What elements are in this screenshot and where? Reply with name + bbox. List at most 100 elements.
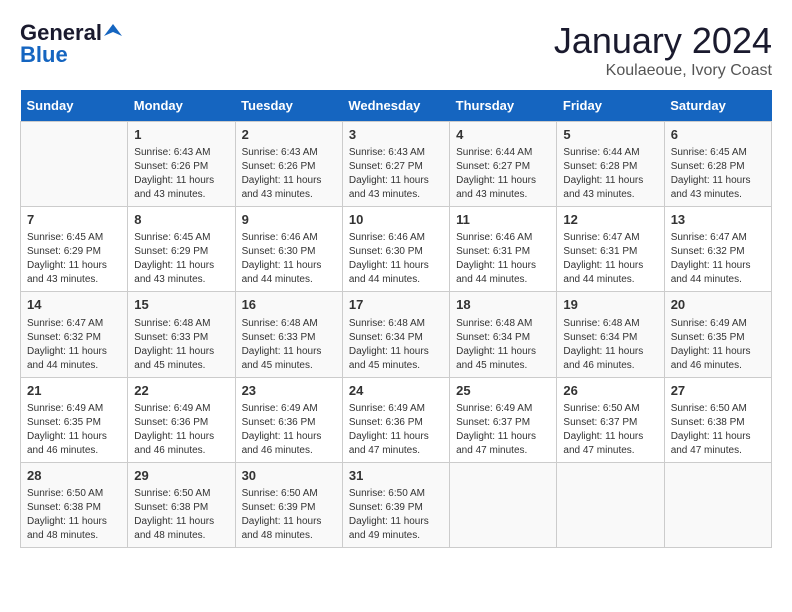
- day-number: 28: [27, 467, 121, 485]
- month-title: January 2024: [554, 20, 772, 62]
- day-number: 13: [671, 211, 765, 229]
- logo-blue-text: Blue: [20, 42, 68, 68]
- calendar-cell: 11Sunrise: 6:46 AMSunset: 6:31 PMDayligh…: [450, 207, 557, 292]
- calendar-cell: 6 Sunrise: 6:45 AMSunset: 6:28 PMDaylight…: [664, 122, 771, 207]
- day-of-week-monday: Monday: [128, 90, 235, 122]
- calendar-cell: [557, 462, 664, 547]
- calendar-week-5: 28 Sunrise: 6:50 AMSunset: 6:38 PMDayligh…: [21, 462, 772, 547]
- cell-info: Sunrise: 6:49 AMSunset: 6:36 PMDaylight:…: [134, 402, 228, 458]
- calendar-body: 1Sunrise: 6:43 AMSunset: 6:26 PMDaylight…: [21, 122, 772, 548]
- cell-info: Sunrise: 6:48 AMSunset: 6:34 PMDaylight:…: [456, 317, 550, 373]
- day-number: 8: [134, 211, 228, 229]
- day-number: 24: [349, 382, 443, 400]
- calendar-cell: 20 Sunrise: 6:49 AMSunset: 6:35 PMDayligh…: [664, 292, 771, 377]
- calendar-cell: 30 Sunrise: 6:50 AMSunset: 6:39 PMDayligh…: [235, 462, 342, 547]
- cell-info: Sunrise: 6:44 AMSunset: 6:28 PMDaylight:…: [563, 146, 657, 202]
- cell-info: Sunrise: 6:48 AMSunset: 6:34 PMDaylight:…: [349, 317, 443, 373]
- calendar-cell: 7Sunrise: 6:45 AMSunset: 6:29 PMDaylight…: [21, 207, 128, 292]
- calendar-cell: 9 Sunrise: 6:46 AMSunset: 6:30 PMDaylight…: [235, 207, 342, 292]
- calendar-cell: 25 Sunrise: 6:49 AMSunset: 6:37 PMDayligh…: [450, 377, 557, 462]
- cell-info: Sunrise: 6:45 AMSunset: 6:28 PMDaylight:…: [671, 146, 765, 202]
- day-number: 7: [27, 211, 121, 229]
- day-number: 26: [563, 382, 657, 400]
- day-number: 23: [242, 382, 336, 400]
- day-number: 3: [349, 126, 443, 144]
- calendar-cell: 16Sunrise: 6:48 AMSunset: 6:33 PMDayligh…: [235, 292, 342, 377]
- cell-info: Sunrise: 6:50 AMSunset: 6:38 PMDaylight:…: [27, 487, 121, 543]
- cell-info: Sunrise: 6:50 AMSunset: 6:39 PMDaylight:…: [349, 487, 443, 543]
- calendar-cell: 18 Sunrise: 6:48 AMSunset: 6:34 PMDayligh…: [450, 292, 557, 377]
- calendar-cell: 1Sunrise: 6:43 AMSunset: 6:26 PMDaylight…: [128, 122, 235, 207]
- cell-info: Sunrise: 6:47 AMSunset: 6:31 PMDaylight:…: [563, 231, 657, 287]
- day-number: 15: [134, 296, 228, 314]
- cell-info: Sunrise: 6:50 AMSunset: 6:39 PMDaylight:…: [242, 487, 336, 543]
- calendar-header-row: SundayMondayTuesdayWednesdayThursdayFrid…: [21, 90, 772, 122]
- cell-info: Sunrise: 6:49 AMSunset: 6:35 PMDaylight:…: [671, 317, 765, 373]
- day-of-week-sunday: Sunday: [21, 90, 128, 122]
- calendar-cell: 17 Sunrise: 6:48 AMSunset: 6:34 PMDayligh…: [342, 292, 449, 377]
- day-number: 17: [349, 296, 443, 314]
- calendar-cell: 8Sunrise: 6:45 AMSunset: 6:29 PMDaylight…: [128, 207, 235, 292]
- calendar-cell: 3 Sunrise: 6:43 AMSunset: 6:27 PMDaylight…: [342, 122, 449, 207]
- calendar-cell: 13 Sunrise: 6:47 AMSunset: 6:32 PMDayligh…: [664, 207, 771, 292]
- day-number: 21: [27, 382, 121, 400]
- location: Koulaeoue, Ivory Coast: [554, 62, 772, 80]
- day-of-week-saturday: Saturday: [664, 90, 771, 122]
- cell-info: Sunrise: 6:43 AMSunset: 6:26 PMDaylight:…: [242, 146, 336, 202]
- day-number: 12: [563, 211, 657, 229]
- day-number: 14: [27, 296, 121, 314]
- day-number: 18: [456, 296, 550, 314]
- cell-info: Sunrise: 6:50 AMSunset: 6:38 PMDaylight:…: [671, 402, 765, 458]
- logo: General Blue: [20, 20, 122, 68]
- cell-info: Sunrise: 6:43 AMSunset: 6:26 PMDaylight:…: [134, 146, 228, 202]
- calendar-cell: 14Sunrise: 6:47 AMSunset: 6:32 PMDayligh…: [21, 292, 128, 377]
- cell-info: Sunrise: 6:44 AMSunset: 6:27 PMDaylight:…: [456, 146, 550, 202]
- cell-info: Sunrise: 6:48 AMSunset: 6:34 PMDaylight:…: [563, 317, 657, 373]
- day-of-week-tuesday: Tuesday: [235, 90, 342, 122]
- calendar-cell: 24 Sunrise: 6:49 AMSunset: 6:36 PMDayligh…: [342, 377, 449, 462]
- day-number: 4: [456, 126, 550, 144]
- calendar-cell: [450, 462, 557, 547]
- day-number: 31: [349, 467, 443, 485]
- calendar-cell: 4 Sunrise: 6:44 AMSunset: 6:27 PMDaylight…: [450, 122, 557, 207]
- cell-info: Sunrise: 6:46 AMSunset: 6:31 PMDaylight:…: [456, 231, 550, 287]
- day-of-week-wednesday: Wednesday: [342, 90, 449, 122]
- day-number: 2: [242, 126, 336, 144]
- day-number: 5: [563, 126, 657, 144]
- day-number: 27: [671, 382, 765, 400]
- cell-info: Sunrise: 6:43 AMSunset: 6:27 PMDaylight:…: [349, 146, 443, 202]
- title-block: January 2024 Koulaeoue, Ivory Coast: [554, 20, 772, 80]
- calendar-week-3: 14Sunrise: 6:47 AMSunset: 6:32 PMDayligh…: [21, 292, 772, 377]
- calendar-cell: 2 Sunrise: 6:43 AMSunset: 6:26 PMDaylight…: [235, 122, 342, 207]
- day-number: 30: [242, 467, 336, 485]
- day-number: 6: [671, 126, 765, 144]
- cell-info: Sunrise: 6:49 AMSunset: 6:37 PMDaylight:…: [456, 402, 550, 458]
- day-number: 29: [134, 467, 228, 485]
- day-of-week-friday: Friday: [557, 90, 664, 122]
- logo-bird-icon: [104, 22, 122, 40]
- calendar-cell: 21 Sunrise: 6:49 AMSunset: 6:35 PMDayligh…: [21, 377, 128, 462]
- day-number: 22: [134, 382, 228, 400]
- calendar-week-2: 7Sunrise: 6:45 AMSunset: 6:29 PMDaylight…: [21, 207, 772, 292]
- calendar-cell: 10Sunrise: 6:46 AMSunset: 6:30 PMDayligh…: [342, 207, 449, 292]
- cell-info: Sunrise: 6:46 AMSunset: 6:30 PMDaylight:…: [349, 231, 443, 287]
- day-number: 20: [671, 296, 765, 314]
- calendar-week-1: 1Sunrise: 6:43 AMSunset: 6:26 PMDaylight…: [21, 122, 772, 207]
- cell-info: Sunrise: 6:50 AMSunset: 6:38 PMDaylight:…: [134, 487, 228, 543]
- calendar-cell: 29 Sunrise: 6:50 AMSunset: 6:38 PMDayligh…: [128, 462, 235, 547]
- calendar-cell: 28 Sunrise: 6:50 AMSunset: 6:38 PMDayligh…: [21, 462, 128, 547]
- cell-info: Sunrise: 6:49 AMSunset: 6:36 PMDaylight:…: [349, 402, 443, 458]
- cell-info: Sunrise: 6:49 AMSunset: 6:35 PMDaylight:…: [27, 402, 121, 458]
- cell-info: Sunrise: 6:49 AMSunset: 6:36 PMDaylight:…: [242, 402, 336, 458]
- cell-info: Sunrise: 6:46 AMSunset: 6:30 PMDaylight:…: [242, 231, 336, 287]
- calendar-cell: 19 Sunrise: 6:48 AMSunset: 6:34 PMDayligh…: [557, 292, 664, 377]
- calendar-cell: 12 Sunrise: 6:47 AMSunset: 6:31 PMDayligh…: [557, 207, 664, 292]
- calendar-cell: [664, 462, 771, 547]
- calendar-cell: [21, 122, 128, 207]
- day-number: 25: [456, 382, 550, 400]
- day-number: 9: [242, 211, 336, 229]
- day-of-week-thursday: Thursday: [450, 90, 557, 122]
- day-number: 19: [563, 296, 657, 314]
- cell-info: Sunrise: 6:48 AMSunset: 6:33 PMDaylight:…: [242, 317, 336, 373]
- cell-info: Sunrise: 6:47 AMSunset: 6:32 PMDaylight:…: [671, 231, 765, 287]
